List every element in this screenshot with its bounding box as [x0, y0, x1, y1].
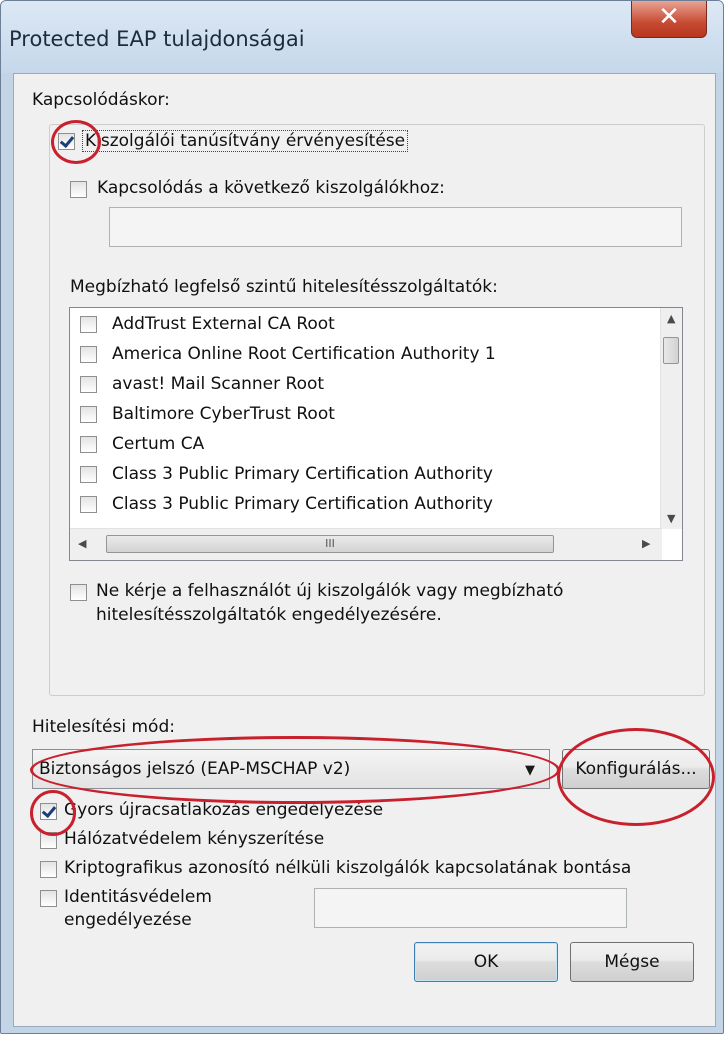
list-item[interactable]: Class 3 Public Primary Certification Aut… — [70, 490, 650, 520]
ca-label: AddTrust External CA Root — [112, 314, 335, 334]
scroll-right-icon[interactable]: ▶ — [642, 537, 650, 550]
identity-privacy-checkbox[interactable] — [40, 890, 57, 907]
ca-label: Baltimore CyberTrust Root — [112, 404, 335, 424]
ca-label: Class 3 Public Primary Certification Aut… — [112, 464, 493, 484]
no-prompt-checkbox[interactable] — [70, 584, 87, 601]
list-item[interactable]: AddTrust External CA Root — [70, 310, 650, 340]
fast-reconnect-checkbox[interactable] — [40, 803, 57, 820]
ca-checkbox[interactable] — [80, 346, 97, 363]
identity-privacy-label-line1[interactable]: Identitásvédelem — [64, 887, 212, 907]
list-item[interactable]: America Online Root Certification Author… — [70, 340, 650, 370]
horizontal-scroll-thumb[interactable]: III — [106, 535, 554, 553]
network-protection-checkbox[interactable] — [40, 832, 57, 849]
connect-heading: Kapcsolódáskor: — [32, 90, 170, 110]
fast-reconnect-label[interactable]: Gyors újracsatlakozás engedélyezése — [64, 800, 383, 820]
scroll-up-icon[interactable]: ▲ — [667, 312, 675, 325]
ca-checkbox[interactable] — [80, 406, 97, 423]
no-prompt-label-line2[interactable]: hitelesítésszolgáltatók engedélyezésére. — [96, 605, 442, 625]
auth-method-select[interactable]: Biztonságos jelszó (EAP-MSCHAP v2) ▼ — [32, 749, 550, 789]
dialog-client-area: Kapcsolódáskor: Kiszolgálói tanúsítvány … — [13, 73, 716, 1027]
auth-method-heading: Hitelesítési mód: — [32, 717, 175, 737]
list-item[interactable]: Baltimore CyberTrust Root — [70, 400, 650, 430]
list-item[interactable]: Certum CA — [70, 430, 650, 460]
ca-checkbox[interactable] — [80, 436, 97, 453]
validate-cert-label[interactable]: Kiszolgálói tanúsítvány érvényesítése — [82, 130, 409, 152]
auth-method-value: Biztonságos jelszó (EAP-MSCHAP v2) — [39, 759, 351, 779]
title-bar[interactable]: Protected EAP tulajdonságai ✕ — [1, 1, 723, 73]
ca-checkbox[interactable] — [80, 316, 97, 333]
network-protection-label[interactable]: Hálózatvédelem kényszerítése — [64, 829, 324, 849]
validate-cert-checkbox[interactable] — [58, 133, 75, 150]
scroll-down-icon[interactable]: ▼ — [667, 512, 675, 525]
identity-input[interactable] — [314, 888, 627, 928]
scroll-left-icon[interactable]: ◀ — [78, 537, 86, 550]
identity-privacy-label-line2[interactable]: engedélyezése — [64, 910, 192, 930]
trusted-ca-heading: Megbízható legfelső szintű hitelesítéssz… — [70, 277, 498, 297]
dropdown-arrow-icon[interactable]: ▼ — [525, 763, 535, 778]
cryptobinding-checkbox[interactable] — [40, 861, 57, 878]
list-item[interactable]: Class 3 Public Primary Certification Aut… — [70, 460, 650, 490]
close-button[interactable]: ✕ — [631, 1, 707, 38]
ca-checkbox[interactable] — [80, 496, 97, 513]
horizontal-scrollbar[interactable]: ◀ III ▶ — [70, 528, 662, 560]
trusted-ca-list[interactable]: AddTrust External CA Root America Online… — [69, 307, 683, 561]
no-prompt-label-line1[interactable]: Ne kérje a felhasználót új kiszolgálók v… — [96, 581, 563, 601]
vertical-scrollbar[interactable]: ▲ ▼ — [660, 308, 682, 529]
ca-checkbox[interactable] — [80, 466, 97, 483]
list-item[interactable]: avast! Mail Scanner Root — [70, 370, 650, 400]
connect-servers-checkbox[interactable] — [70, 181, 87, 198]
ca-label: America Online Root Certification Author… — [112, 344, 496, 364]
cancel-button[interactable]: Mégse — [570, 942, 694, 982]
window-title: Protected EAP tulajdonságai — [9, 27, 305, 51]
connect-servers-label[interactable]: Kapcsolódás a következő kiszolgálókhoz: — [97, 178, 445, 198]
ca-label: avast! Mail Scanner Root — [112, 374, 325, 394]
ca-label: Class 3 Public Primary Certification Aut… — [112, 494, 493, 514]
vertical-scroll-thumb[interactable] — [663, 337, 679, 364]
configure-button[interactable]: Konfigurálás... — [562, 749, 710, 789]
dialog-window: Protected EAP tulajdonságai ✕ Kapcsolódá… — [0, 0, 724, 1034]
cryptobinding-label[interactable]: Kriptografikus azonosító nélküli kiszolg… — [64, 858, 631, 878]
ca-checkbox[interactable] — [80, 376, 97, 393]
server-names-input[interactable] — [109, 207, 682, 247]
ok-button[interactable]: OK — [414, 942, 558, 982]
close-icon: ✕ — [658, 2, 680, 32]
ca-label: Certum CA — [112, 434, 205, 454]
